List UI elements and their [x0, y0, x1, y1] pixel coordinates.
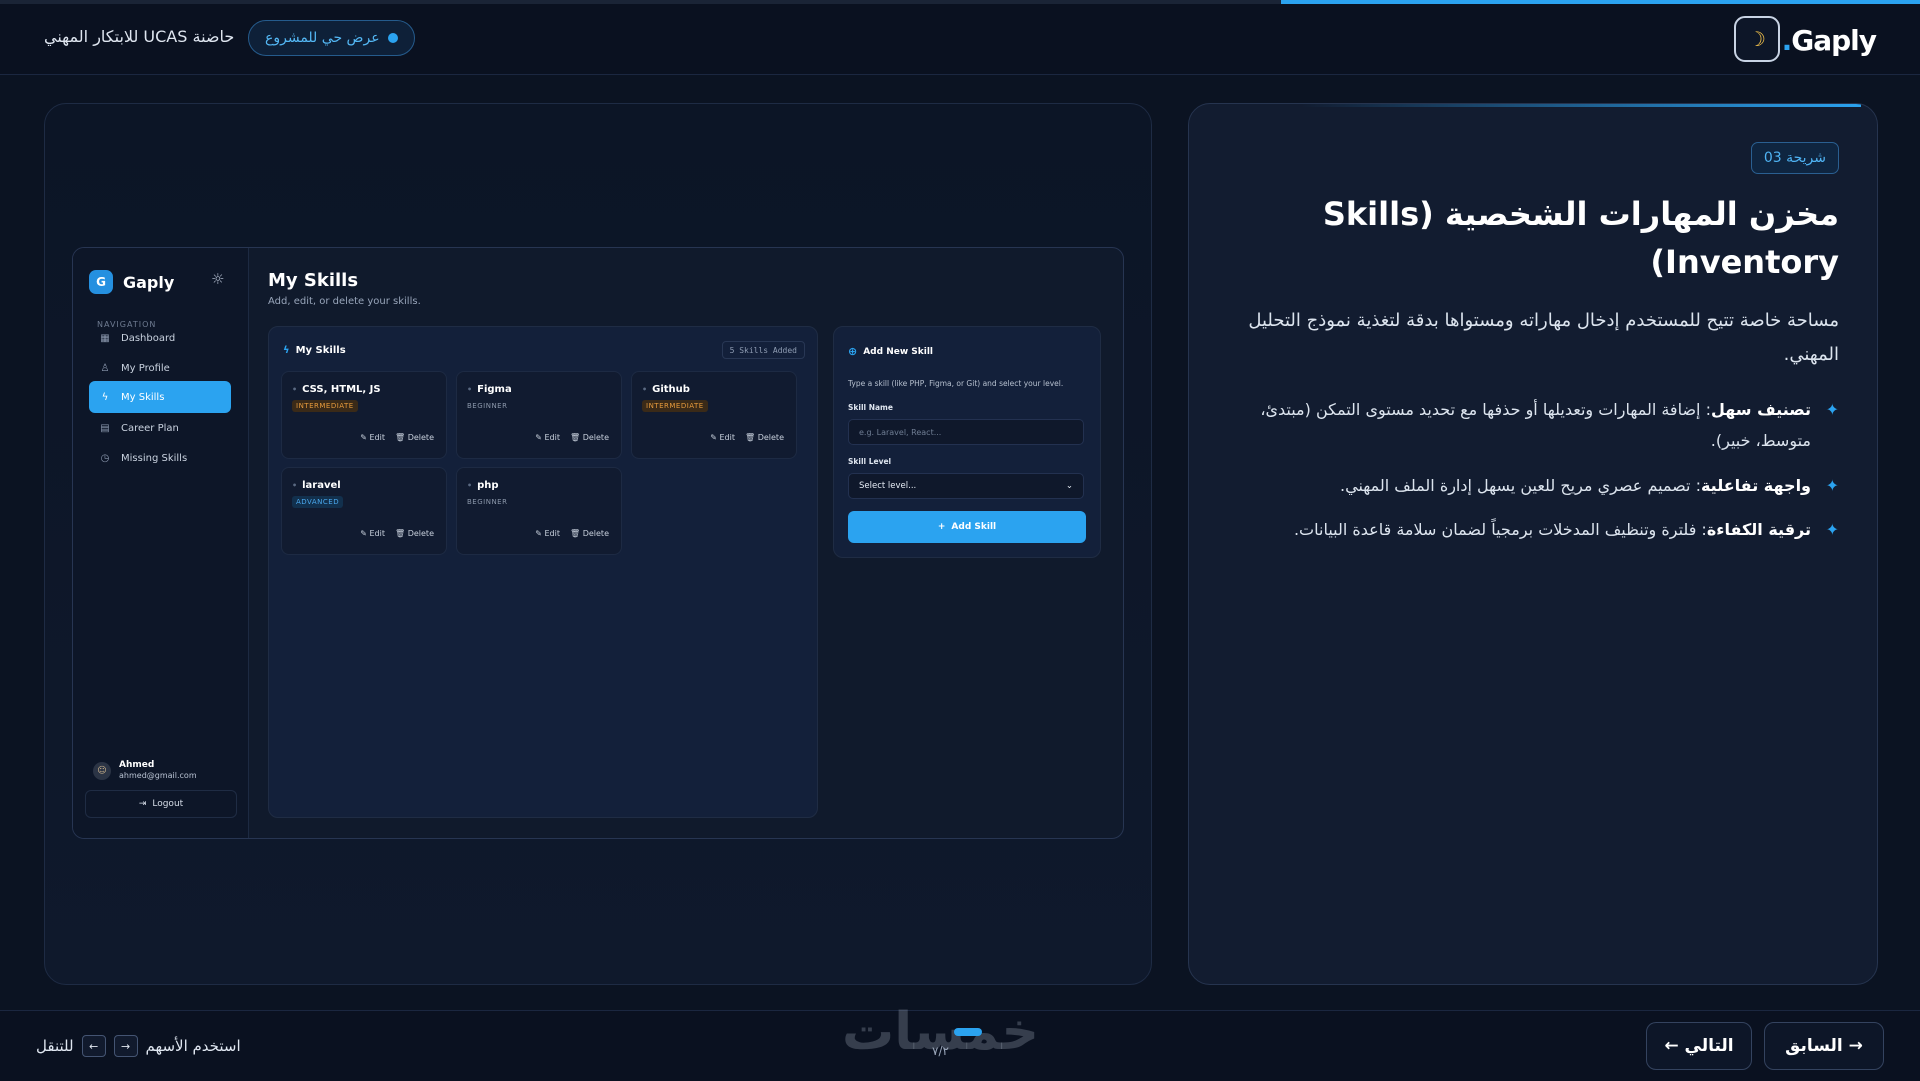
- moon-icon: ☽: [1748, 27, 1766, 51]
- edit-button[interactable]: ✎ Edit: [535, 529, 560, 538]
- avatar: ☺: [93, 761, 111, 780]
- skill-card: • laravel ADVANCED ✎ Edit 🗑 Delete: [281, 467, 447, 555]
- add-skill-panel: ⊕ Add New Skill Type a skill (like PHP, F…: [833, 326, 1101, 558]
- skill-card: • Github INTERMEDIATE ✎ Edit 🗑 Delete: [631, 371, 797, 459]
- gaply-app-logo-icon: G: [89, 270, 113, 294]
- sparkle-icon: ✦: [1825, 400, 1839, 419]
- pager-indicator: [954, 1028, 982, 1036]
- slide-number-badge: شريحة 03: [1750, 142, 1839, 174]
- edit-button[interactable]: ✎ Edit: [360, 529, 385, 538]
- page-title: My Skills: [268, 270, 359, 291]
- sun-icon[interactable]: ☼: [211, 270, 224, 288]
- slide-progress-bar: [0, 0, 1920, 4]
- feature-item: ✦ ترقية الكفاءة: فلترة وتنظيف المدخلات بر…: [1219, 514, 1839, 545]
- right-arrow-key-icon: →: [113, 1035, 138, 1057]
- bullet-icon: •: [467, 385, 473, 394]
- skill-level-badge: INTERMEDIATE: [642, 400, 708, 412]
- skill-name-label: Skill Name: [848, 403, 893, 412]
- add-skill-button[interactable]: + Add Skill: [848, 511, 1086, 543]
- edit-button[interactable]: ✎ Edit: [360, 433, 385, 442]
- sparkle-icon: ✦: [1825, 520, 1839, 539]
- grid-icon: ▦: [100, 332, 110, 344]
- page-counter: ٧/٢: [932, 1044, 949, 1058]
- skill-card: • Figma BEGINNER ✎ Edit 🗑 Delete: [456, 371, 622, 459]
- sidebar-item-dashboard[interactable]: ▦ Dashboard: [89, 322, 231, 354]
- plus-icon: +: [937, 522, 946, 532]
- slide-title: مخزن المهارات الشخصية (Skills Inventory): [1322, 195, 1839, 281]
- sidebar-item-missing-skills[interactable]: ◷ Missing Skills: [89, 442, 231, 474]
- delete-button[interactable]: 🗑 Delete: [570, 433, 609, 442]
- bullet-icon: •: [292, 385, 298, 394]
- slide-progress-fill: [1280, 0, 1920, 4]
- calendar-icon: ▤: [100, 422, 110, 434]
- sidebar-item-career-plan[interactable]: ▤ Career Plan: [89, 412, 231, 444]
- logout-icon: ⇥: [138, 799, 147, 809]
- chevron-down-icon: ⌄: [1065, 481, 1073, 491]
- app-sidebar: G Gaply ☼ NAVIGATION ▦ Dashboard ♙ My Prof…: [73, 248, 249, 838]
- keyboard-hint: استخدم الأسهم → ← للتنقل: [36, 1035, 241, 1057]
- skill-level-badge: ADVANCED: [292, 496, 344, 508]
- skill-card: • php BEGINNER ✎ Edit 🗑 Delete: [456, 467, 622, 555]
- left-arrow-key-icon: ←: [81, 1035, 106, 1057]
- card-accent-line: [1301, 104, 1861, 107]
- sidebar-item-my-skills[interactable]: ϟ My Skills: [89, 381, 231, 413]
- delete-button[interactable]: 🗑 Delete: [745, 433, 784, 442]
- plus-circle-icon: ⊕: [848, 345, 858, 358]
- delete-button[interactable]: 🗑 Delete: [570, 529, 609, 538]
- slide-text-card: شريحة 03 مخزن المهارات الشخصية (Skills I…: [1188, 103, 1878, 985]
- next-button[interactable]: التالي ←: [1646, 1022, 1752, 1070]
- live-demo-button[interactable]: عرض حي للمشروع: [248, 20, 415, 56]
- sparkle-icon: ✦: [1825, 476, 1839, 495]
- live-dot-icon: [387, 33, 398, 43]
- skill-name-input[interactable]: e.g. Laravel, React...: [848, 419, 1084, 445]
- edit-button[interactable]: ✎ Edit: [535, 433, 560, 442]
- skills-count-badge: 5 Skills Added: [721, 341, 805, 359]
- user-info: ☺ Ahmed ahmed@gmail.com: [93, 760, 197, 781]
- skill-level-label: Skill Level: [848, 457, 892, 466]
- app-screenshot: G Gaply ☼ NAVIGATION ▦ Dashboard ♙ My Prof…: [72, 247, 1124, 839]
- bolt-icon: ϟ: [283, 345, 290, 356]
- feature-item: ✦ تصنيف سهل: إضافة المهارات وتعديلها أو ح…: [1219, 394, 1839, 456]
- delete-button[interactable]: 🗑 Delete: [395, 433, 434, 442]
- bullet-icon: •: [292, 481, 298, 490]
- previous-button[interactable]: → السابق: [1764, 1022, 1884, 1070]
- skill-level-badge: BEGINNER: [467, 498, 508, 506]
- edit-button[interactable]: ✎ Edit: [710, 433, 735, 442]
- bolt-icon: ϟ: [101, 391, 109, 403]
- sidebar-item-my-profile[interactable]: ♙ My Profile: [89, 352, 231, 384]
- bullet-icon: •: [642, 385, 648, 394]
- user-icon: ♙: [100, 362, 110, 374]
- theme-toggle-button[interactable]: ☽: [1734, 16, 1780, 62]
- gaply-logo: .Gaply: [1781, 24, 1877, 57]
- skills-panel: ϟ My Skills 5 Skills Added • CSS, HTML, JS…: [268, 326, 818, 818]
- bullet-icon: •: [467, 481, 473, 490]
- skill-card: • CSS, HTML, JS INTERMEDIATE ✎ Edit 🗑 Dele…: [281, 371, 447, 459]
- skill-level-select[interactable]: Select level... ⌄: [848, 473, 1084, 499]
- skill-level-badge: INTERMEDIATE: [292, 400, 358, 412]
- feature-item: ✦ واجهة تفاعلية: تصميم عصري مريح للعين يس…: [1219, 470, 1839, 501]
- page-subtitle: Add, edit, or delete your skills.: [268, 296, 421, 307]
- slide-description: مساحة خاصة تتيح للمستخدم إدخال مهاراته و…: [1248, 310, 1839, 365]
- delete-button[interactable]: 🗑 Delete: [395, 529, 434, 538]
- incubator-label: حاضنة UCAS للابتكار المهني: [44, 27, 235, 46]
- add-skill-hint: Type a skill (like PHP, Figma, or Git) a…: [848, 379, 1064, 388]
- app-brand: G Gaply: [89, 270, 174, 294]
- logout-button[interactable]: ⇥ Logout: [85, 790, 237, 818]
- clock-icon: ◷: [100, 452, 110, 464]
- skill-level-badge: BEGINNER: [467, 402, 508, 410]
